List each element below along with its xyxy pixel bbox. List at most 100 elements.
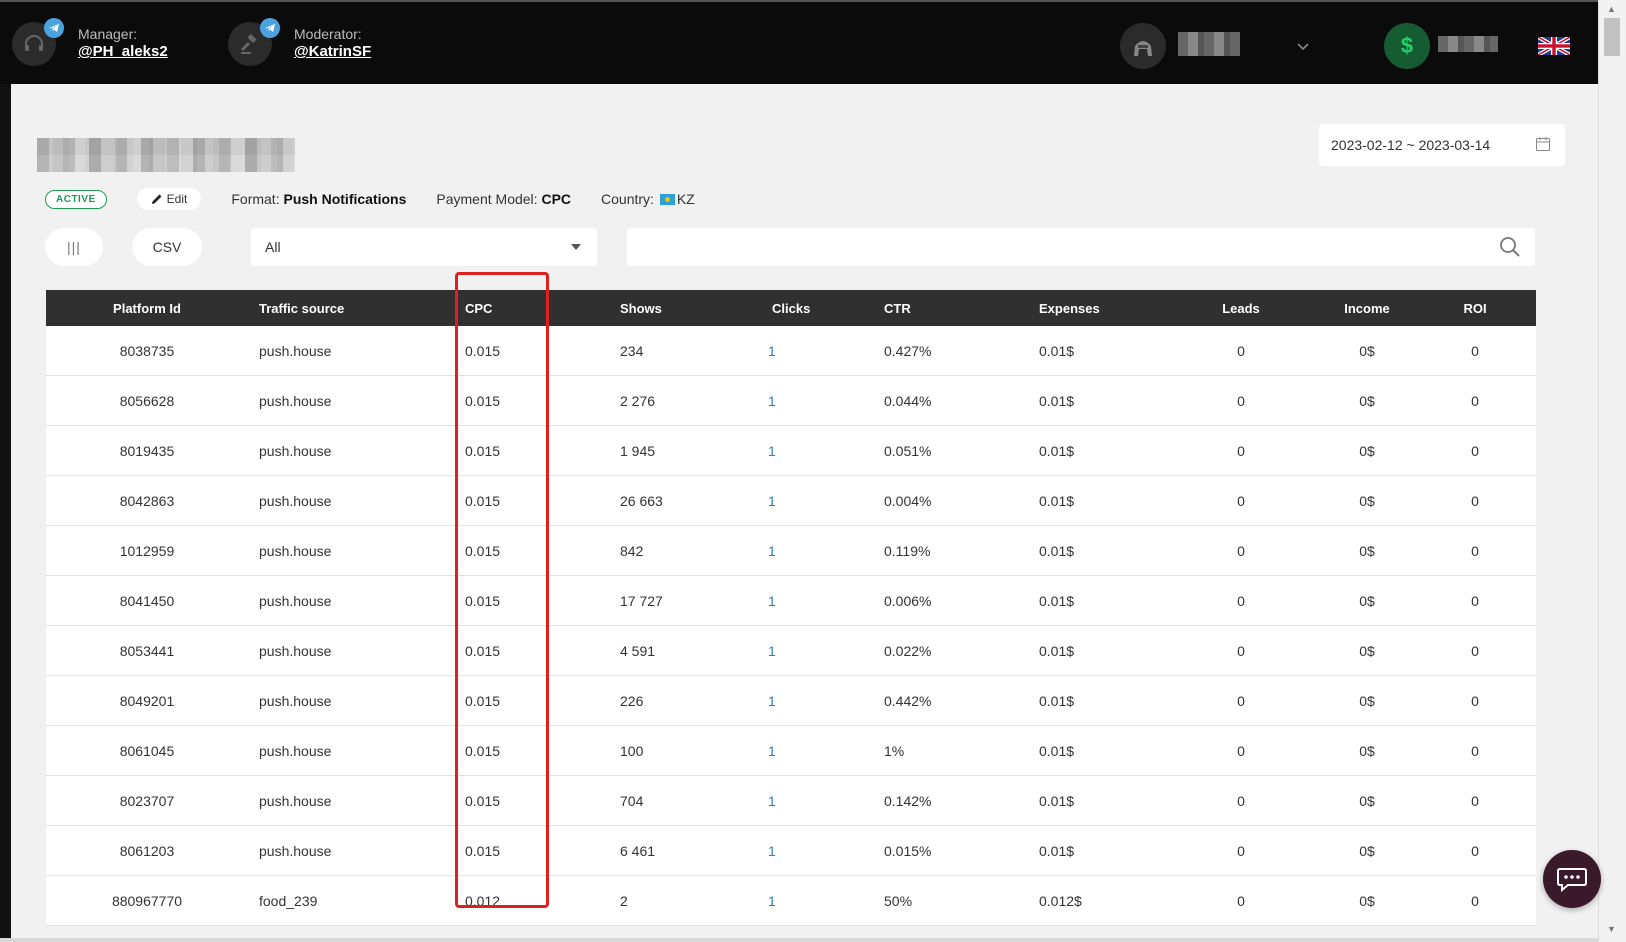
table-cell[interactable]: 1: [768, 776, 776, 825]
table-cell[interactable]: 1: [768, 426, 776, 475]
uk-flag-icon[interactable]: [1537, 35, 1571, 60]
table-cell: 0.044%: [884, 392, 932, 409]
column-header[interactable]: Leads: [1196, 290, 1286, 326]
column-header[interactable]: Shows: [620, 290, 662, 326]
scrollbar-thumb[interactable]: [1604, 18, 1620, 56]
csv-export-button[interactable]: CSV: [132, 228, 202, 266]
table-cell: 0: [1237, 442, 1245, 459]
search-icon[interactable]: [1499, 236, 1521, 263]
columns-toggle-button[interactable]: |||: [45, 228, 103, 266]
kz-flag-icon: [659, 194, 675, 205]
edit-button[interactable]: Edit: [136, 188, 202, 210]
payment-label: Payment Model:: [436, 191, 538, 207]
table-cell: 0$: [1359, 542, 1375, 559]
table-cell: 0: [1237, 392, 1245, 409]
filter-select-value: All: [265, 239, 281, 255]
table-cell: 0.015: [465, 592, 501, 609]
table-cell: 8061203: [119, 842, 175, 859]
table-cell: 0.015: [465, 842, 501, 859]
table-cell: 8056628: [119, 392, 175, 409]
table-row[interactable]: 8019435 push.house 0.015 1 945 1 0.051% 0.01$ 0…: [46, 426, 1536, 476]
table-row[interactable]: 8061045 push.house 0.015 100 1 1% 0.01$ 0 0$ 0: [46, 726, 1536, 776]
table-row[interactable]: 8056628 push.house 0.015 2 276 1 0.044% 0.01$ 0…: [46, 376, 1536, 426]
scrollbar[interactable]: [1598, 0, 1626, 942]
table-cell: 0.427%: [884, 342, 932, 359]
chevron-down-icon[interactable]: [1296, 38, 1310, 56]
table-cell[interactable]: 1: [768, 876, 776, 925]
table-cell: 0: [1471, 342, 1479, 359]
table-cell: 0: [1237, 792, 1245, 809]
table-cell[interactable]: 1: [768, 326, 776, 375]
country-value: KZ: [676, 191, 695, 207]
table-cell: 0.01$: [1039, 692, 1075, 709]
table-cell[interactable]: 1: [768, 676, 776, 725]
table-cell[interactable]: 1: [768, 526, 776, 575]
table-cell: 0.015: [465, 642, 501, 659]
table-cell: 50%: [884, 892, 913, 909]
table-cell: 8049201: [119, 692, 175, 709]
table-cell: 0$: [1359, 692, 1375, 709]
table-cell[interactable]: 1: [768, 626, 776, 675]
table-cell: 0.015: [465, 342, 501, 359]
table-row[interactable]: 1012959 push.house 0.015 842 1 0.119% 0.01$ 0 0$…: [46, 526, 1536, 576]
table-cell: 0: [1237, 592, 1245, 609]
table-cell: 1 945: [620, 442, 656, 459]
user-avatar[interactable]: [1120, 23, 1166, 69]
table-row[interactable]: 8041450 push.house 0.015 17 727 1 0.006% 0.01$…: [46, 576, 1536, 626]
column-header[interactable]: CPC: [465, 290, 492, 326]
manager-handle-link[interactable]: @PH_aleks2: [78, 42, 168, 62]
table-cell[interactable]: 1: [768, 576, 776, 625]
table-cell: 1012959: [119, 542, 175, 559]
date-range-picker[interactable]: 2023-02-12 ~ 2023-03-14: [1319, 124, 1565, 166]
table-cell[interactable]: 1: [768, 376, 776, 425]
country-info: Country: KZ: [601, 191, 695, 207]
table-cell: push.house: [259, 342, 332, 359]
table-cell: 0.022%: [884, 642, 932, 659]
table-cell[interactable]: 1: [768, 726, 776, 775]
table-cell: 0.015%: [884, 842, 932, 859]
table-cell: 0.01$: [1039, 342, 1075, 359]
table-cell: 6 461: [620, 842, 656, 859]
payment-value: CPC: [541, 191, 572, 207]
table-row[interactable]: 880967770 food_239 0.012 2 1 50% 0.012$ 0 0$ 0: [46, 876, 1536, 926]
table-cell: 0.01$: [1039, 542, 1075, 559]
column-header[interactable]: Platform Id: [46, 290, 248, 326]
column-header[interactable]: ROI: [1430, 290, 1520, 326]
balance-icon[interactable]: $: [1384, 23, 1430, 69]
moderator-handle-link[interactable]: @KatrinSF: [294, 42, 371, 62]
column-header[interactable]: Clicks: [772, 290, 810, 326]
table-cell: 8038735: [119, 342, 175, 359]
table-cell[interactable]: 1: [768, 826, 776, 875]
column-header[interactable]: Income: [1322, 290, 1412, 326]
table-row[interactable]: 8023707 push.house 0.015 704 1 0.142% 0.01$ 0 0$…: [46, 776, 1536, 826]
telegram-icon: [260, 18, 280, 38]
column-header[interactable]: CTR: [884, 290, 911, 326]
search-input[interactable]: [627, 228, 1535, 266]
column-header[interactable]: Traffic source: [259, 290, 344, 326]
chat-button[interactable]: [1543, 850, 1601, 908]
manager-contact[interactable]: Manager: @PH_aleks2: [12, 18, 168, 66]
scroll-down-arrow-icon[interactable]: ▼: [1607, 924, 1616, 934]
table-cell: push.house: [259, 742, 332, 759]
table-cell: 2: [620, 892, 628, 909]
moderator-contact[interactable]: Moderator: @KatrinSF: [228, 18, 371, 66]
table-cell[interactable]: 1: [768, 476, 776, 525]
column-header[interactable]: Expenses: [1039, 290, 1100, 326]
table-cell: 842: [620, 542, 644, 559]
table-row[interactable]: 8042863 push.house 0.015 26 663 1 0.004% 0.01$…: [46, 476, 1536, 526]
main-content: 2023-02-12 ~ 2023-03-14 ACTIVE Edit Form…: [11, 84, 1601, 942]
table-cell: 0.015: [465, 492, 501, 509]
moderator-role-label: Moderator:: [294, 26, 362, 42]
table-row[interactable]: 8061203 push.house 0.015 6 461 1 0.015% 0.01$ 0…: [46, 826, 1536, 876]
filter-select[interactable]: All: [251, 228, 597, 266]
table-cell: 0: [1237, 842, 1245, 859]
scroll-up-arrow-icon[interactable]: ▲: [1607, 4, 1616, 14]
table-row[interactable]: 8049201 push.house 0.015 226 1 0.442% 0.01$ 0 0$…: [46, 676, 1536, 726]
table-row[interactable]: 8038735 push.house 0.015 234 1 0.427% 0.01$ 0 0$…: [46, 326, 1536, 376]
campaign-meta: ACTIVE Edit Format: Push Notifications P…: [45, 186, 695, 212]
table-row[interactable]: 8053441 push.house 0.015 4 591 1 0.022% 0.01$ 0…: [46, 626, 1536, 676]
calendar-icon[interactable]: [1535, 136, 1551, 155]
balance-blurred: [1438, 36, 1498, 52]
table-cell: 8061045: [119, 742, 175, 759]
table-cell: push.house: [259, 492, 332, 509]
